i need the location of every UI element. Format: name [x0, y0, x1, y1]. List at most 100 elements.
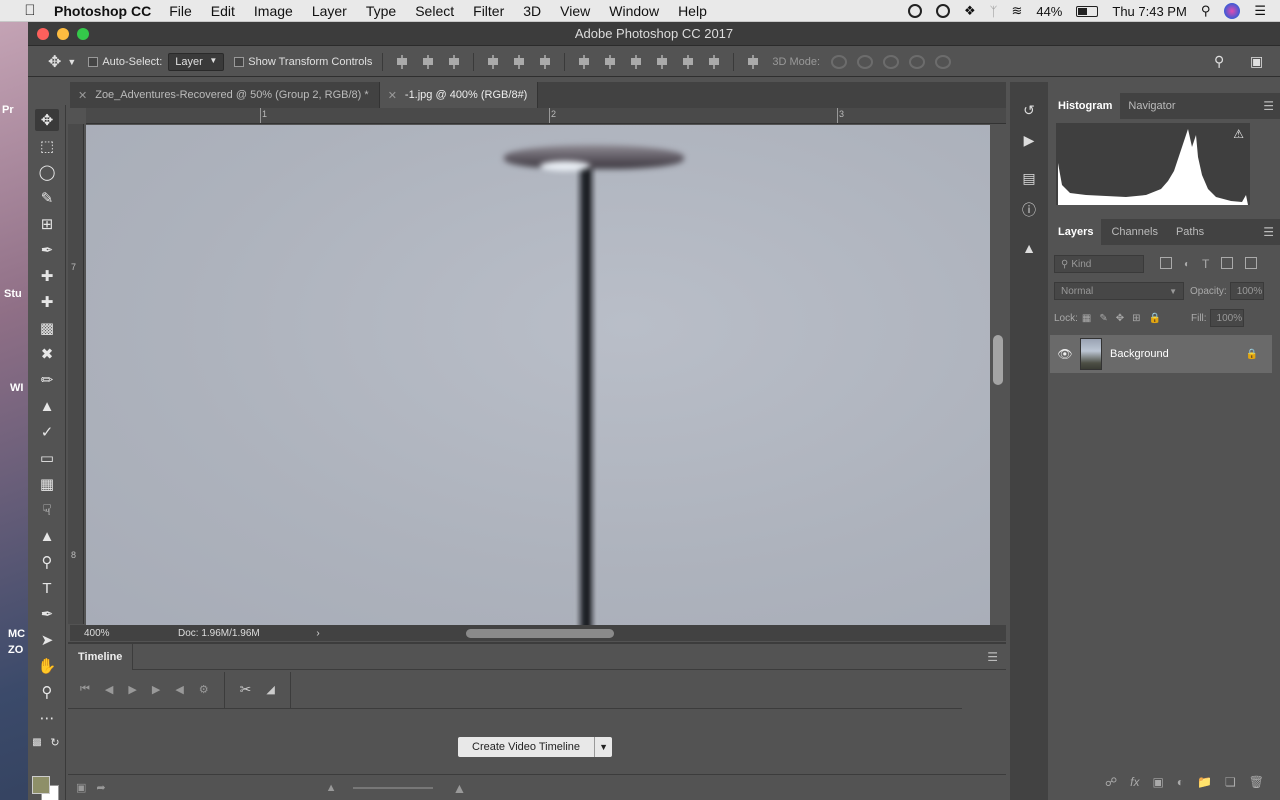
show-transform-checkbox[interactable]	[234, 56, 245, 67]
layer-filter-kind-dropdown[interactable]: ⚲ Kind	[1054, 255, 1144, 273]
more-tools-icon[interactable]: ⋯	[35, 707, 59, 729]
gradient-tool-icon[interactable]: ▦	[35, 473, 59, 495]
foreground-color-swatch[interactable]	[32, 776, 50, 794]
patch-tool-icon[interactable]: ▩	[35, 317, 59, 339]
wifi-icon[interactable]: ≋	[1011, 3, 1022, 19]
new-group-folder-icon[interactable]: 📁	[1197, 775, 1212, 789]
default-colors-icon[interactable]: ▩	[30, 731, 44, 753]
dodge-tool-icon[interactable]: ⚲	[35, 551, 59, 573]
preset-dropdown-icon[interactable]: ▼	[67, 57, 76, 67]
align-right-icon[interactable]	[538, 54, 552, 69]
smudge-tool-icon[interactable]: ☟	[35, 499, 59, 521]
lock-transparent-icon[interactable]: ▦	[1082, 313, 1091, 324]
swap-colors-icon[interactable]: ↻	[48, 731, 62, 753]
align-vertical-center-icon[interactable]	[421, 54, 435, 69]
history-panel-icon[interactable]: ↺	[1019, 100, 1039, 120]
clone-stamp-tool-icon[interactable]: ▲	[35, 395, 59, 417]
marquee-tool-icon[interactable]: ⬚	[35, 135, 59, 157]
close-tab-icon[interactable]: ✕	[78, 89, 87, 102]
play-icon[interactable]: ▶	[128, 683, 136, 696]
window-minimize-button[interactable]	[57, 28, 69, 40]
render-video-icon[interactable]: ➦	[96, 781, 105, 794]
panel-menu-icon[interactable]: ☰	[1263, 225, 1274, 239]
close-tab-icon[interactable]: ✕	[388, 89, 397, 102]
3d-orbit-icon[interactable]	[831, 54, 848, 69]
horizontal-ruler[interactable]: 1 2 3	[86, 108, 1006, 124]
menu-image[interactable]: Image	[254, 3, 293, 19]
opacity-input[interactable]: 100%	[1229, 282, 1264, 300]
new-adjustment-layer-icon[interactable]: ◐	[1177, 775, 1184, 789]
tab-navigator[interactable]: Navigator	[1120, 93, 1183, 119]
menu-app-name[interactable]: Photoshop CC	[54, 3, 151, 19]
fill-input[interactable]: 100%	[1209, 309, 1244, 327]
filter-type-icon[interactable]: T	[1202, 257, 1209, 271]
zoom-out-mountain-icon[interactable]: ▲	[326, 782, 337, 794]
link-layers-icon[interactable]: ☍	[1105, 775, 1117, 789]
actions-play-icon[interactable]: ▶	[1019, 130, 1039, 150]
status-menu-arrow-icon[interactable]: ›	[310, 628, 326, 639]
dropbox-icon[interactable]: ❖	[964, 3, 976, 19]
tab-paths[interactable]: Paths	[1168, 219, 1212, 245]
document-tab[interactable]: ✕ Zoe_Adventures-Recovered @ 50% (Group …	[70, 82, 380, 108]
filter-shape-icon[interactable]	[1221, 256, 1234, 272]
tab-channels[interactable]: Channels	[1101, 219, 1167, 245]
layer-style-fx-icon[interactable]: fx	[1130, 775, 1139, 789]
info-panel-icon[interactable]: ⓘ	[1019, 200, 1039, 220]
apple-menu-icon[interactable]: 	[20, 2, 40, 19]
lock-image-icon[interactable]: ✎	[1099, 313, 1107, 324]
auto-select-checkbox[interactable]	[88, 56, 99, 67]
align-horizontal-center-icon[interactable]	[512, 54, 526, 69]
eyedropper-tool-icon[interactable]: ✒	[35, 239, 59, 261]
create-video-timeline-dropdown-icon[interactable]: ▼	[594, 737, 613, 757]
zoom-tool-icon[interactable]: ⚲	[35, 681, 59, 703]
panel-menu-icon[interactable]: ☰	[1263, 99, 1274, 113]
spot-healing-tool-icon[interactable]: ✚	[35, 265, 59, 287]
quick-selection-tool-icon[interactable]: ✎	[35, 187, 59, 209]
add-mask-icon[interactable]: ▣	[1152, 775, 1163, 789]
history-brush-tool-icon[interactable]: ✓	[35, 421, 59, 443]
menu-help[interactable]: Help	[678, 3, 707, 19]
distribute-right-icon[interactable]	[707, 54, 721, 69]
menu-window[interactable]: Window	[609, 3, 659, 19]
create-video-timeline-button[interactable]: Create Video Timeline	[458, 737, 595, 757]
3d-roll-icon[interactable]	[857, 54, 874, 69]
auto-align-icon[interactable]	[746, 54, 760, 69]
3d-slide-icon[interactable]	[909, 54, 926, 69]
3d-pan-icon[interactable]	[883, 54, 900, 69]
zoom-in-mountain-icon[interactable]: ▲	[453, 780, 467, 796]
next-frame-icon[interactable]: ▶	[152, 683, 160, 696]
menu-filter[interactable]: Filter	[473, 3, 504, 19]
align-left-icon[interactable]	[486, 54, 500, 69]
lock-position-icon[interactable]: ✥	[1116, 313, 1124, 324]
tab-layers[interactable]: Layers	[1050, 219, 1102, 245]
distribute-left-icon[interactable]	[655, 54, 669, 69]
auto-select-dropdown[interactable]: Layer ▼	[168, 52, 225, 71]
warning-icon[interactable]: ⚠	[1233, 127, 1244, 141]
filter-adjustment-icon[interactable]: ◐	[1184, 259, 1190, 270]
image-canvas[interactable]	[86, 125, 990, 625]
sharpen-tool-icon[interactable]: ▲	[35, 525, 59, 547]
menu-edit[interactable]: Edit	[211, 3, 235, 19]
bluetooth-icon[interactable]: ᛉ	[990, 4, 998, 19]
timeline-tab[interactable]: Timeline	[68, 643, 134, 670]
delete-layer-trash-icon[interactable]: 🗑	[1249, 775, 1264, 789]
vertical-scrollbar-thumb[interactable]	[993, 335, 1003, 385]
distribute-vertical-center-icon[interactable]	[603, 54, 617, 69]
horizontal-scrollbar-thumb[interactable]	[466, 629, 614, 638]
lock-all-icon[interactable]: 🔒	[1149, 313, 1161, 324]
move-tool-icon[interactable]: ✥	[35, 109, 59, 131]
menu-select[interactable]: Select	[415, 3, 454, 19]
battery-percent[interactable]: 44%	[1036, 4, 1062, 19]
zoom-level[interactable]: 400%	[70, 628, 120, 639]
window-close-button[interactable]	[37, 28, 49, 40]
type-tool-icon[interactable]: T	[35, 577, 59, 599]
healing-brush-tool-icon[interactable]: ✚	[35, 291, 59, 313]
frame-animation-icon[interactable]: ▣	[76, 781, 86, 794]
audio-icon[interactable]: ◀	[175, 683, 183, 696]
search-icon[interactable]: ⚲	[1214, 53, 1224, 70]
settings-gear-icon[interactable]: ⚙	[199, 683, 209, 696]
clone-source-icon[interactable]: ▲	[1019, 238, 1039, 258]
align-bottom-icon[interactable]	[447, 54, 461, 69]
new-layer-icon[interactable]: ❏	[1225, 775, 1236, 789]
3d-scale-icon[interactable]	[935, 54, 952, 69]
